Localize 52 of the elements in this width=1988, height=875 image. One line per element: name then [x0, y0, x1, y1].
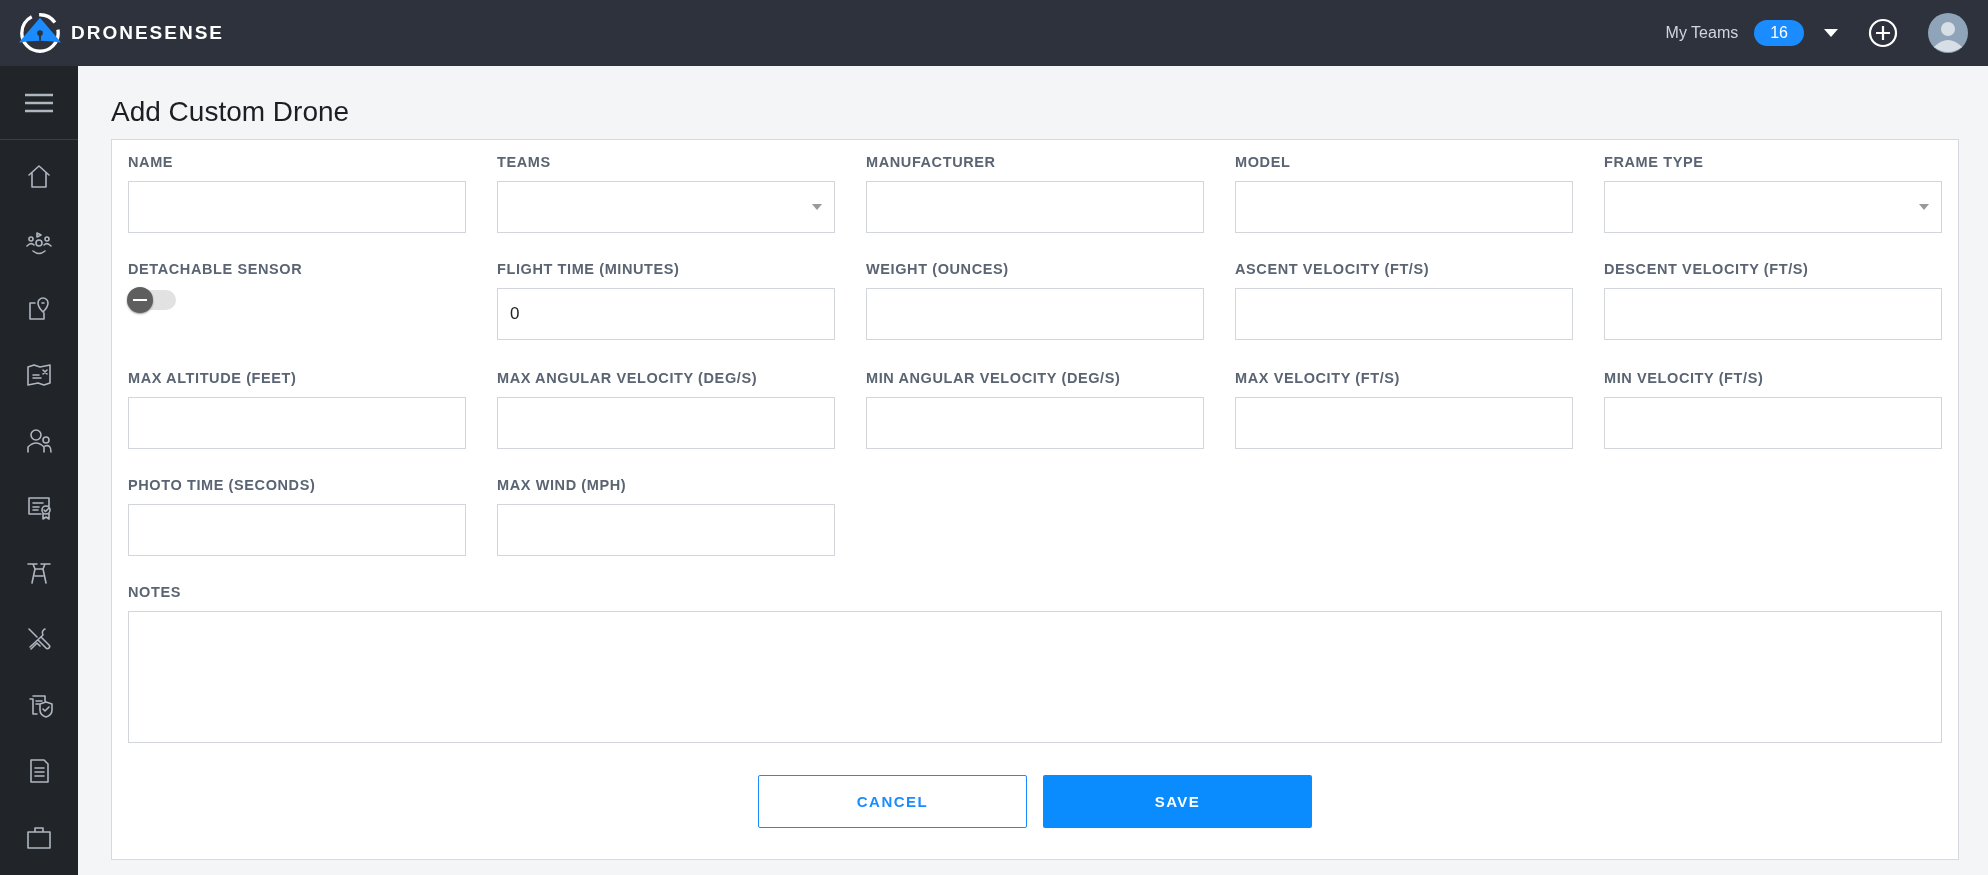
caret-icon [1919, 204, 1929, 210]
input-field[interactable] [1604, 288, 1942, 340]
toggle-switch[interactable] [128, 290, 176, 310]
field-label: MODEL [1235, 154, 1292, 170]
my-teams-label[interactable]: My Teams [1665, 24, 1739, 42]
field-label: TEAMS [497, 154, 552, 170]
input-field[interactable] [1235, 397, 1573, 449]
input-field[interactable] [128, 504, 466, 556]
input-field[interactable] [1235, 288, 1573, 340]
field-label: DESCENT VELOCITY (FT/S) [1604, 261, 1810, 277]
field-label: MIN ANGULAR VELOCITY (DEG/S) [866, 370, 1122, 386]
field-label: PHOTO TIME (SECONDS) [128, 477, 317, 493]
input-field[interactable] [497, 504, 835, 556]
avatar-icon[interactable] [1928, 13, 1968, 53]
add-icon[interactable] [1868, 18, 1898, 48]
field-label: WEIGHT (OUNCES) [866, 261, 1010, 277]
notes-field[interactable] [128, 611, 1942, 743]
map-icon[interactable] [25, 361, 53, 389]
input-field[interactable]: 0 [497, 288, 835, 340]
caret-icon[interactable] [1824, 29, 1838, 37]
field-label: DETACHABLE SENSOR [128, 261, 304, 277]
input-field[interactable] [866, 181, 1204, 233]
tools-icon[interactable] [25, 625, 53, 653]
group-icon[interactable] [25, 229, 53, 257]
field-label: MIN VELOCITY (FT/S) [1604, 370, 1765, 386]
dropdown-field[interactable] [1604, 181, 1942, 233]
field-label: FLIGHT TIME (MINUTES) [497, 261, 681, 277]
caret-icon [812, 204, 822, 210]
teams-count-badge: 16 [1754, 20, 1804, 46]
input-field[interactable] [497, 397, 835, 449]
field-label: MANUFACTURER [866, 154, 997, 170]
people-icon[interactable] [25, 427, 53, 455]
home-icon[interactable] [25, 163, 53, 191]
input-field[interactable] [866, 397, 1204, 449]
input-field[interactable] [1604, 397, 1942, 449]
input-field[interactable] [866, 288, 1204, 340]
field-label: NAME [128, 154, 175, 170]
input-field[interactable] [1235, 181, 1573, 233]
dropdown-field[interactable] [497, 181, 835, 233]
field-label: FRAME TYPE [1604, 154, 1705, 170]
field-label: MAX WIND (MPH) [497, 477, 628, 493]
menu-icon[interactable] [25, 92, 53, 113]
input-field[interactable] [128, 181, 466, 233]
field-label: ASCENT VELOCITY (FT/S) [1235, 261, 1431, 277]
input-field[interactable] [128, 397, 466, 449]
field-label: MAX VELOCITY (FT/S) [1235, 370, 1401, 386]
field-label: MAX ALTITUDE (FEET) [128, 370, 298, 386]
logo-icon[interactable] [17, 10, 63, 56]
field-label: NOTES [128, 584, 182, 600]
brand-name: DRONESENSE [71, 22, 225, 44]
field-label: MAX ANGULAR VELOCITY (DEG/S) [497, 370, 759, 386]
page-title: Add Custom Drone [111, 96, 351, 128]
